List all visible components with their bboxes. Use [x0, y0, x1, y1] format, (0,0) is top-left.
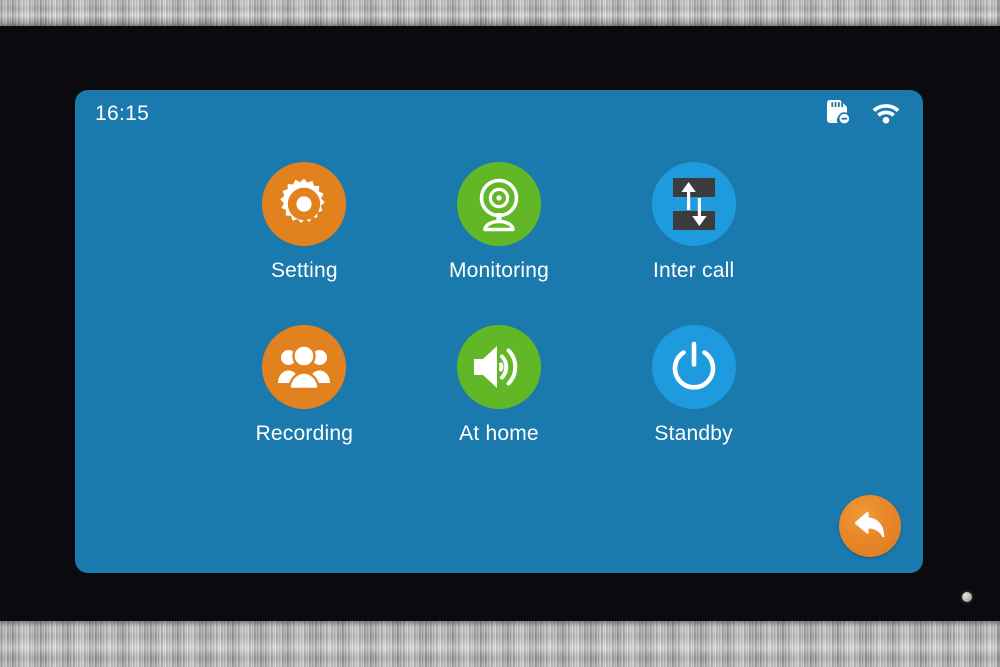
app-grid: Setting Monitoring Inter call Recording …	[75, 153, 923, 446]
lcd-screen: 16:15 Setting Monitoring Inter call Reco…	[75, 90, 923, 573]
setting-icon-circle[interactable]	[253, 153, 356, 255]
status-icon-tray	[826, 99, 901, 130]
app-label-inter-call: Inter call	[652, 259, 735, 282]
inter-call-icon-circle[interactable]	[651, 162, 736, 246]
webcam-icon	[471, 175, 527, 233]
sd-card-removed-icon	[826, 99, 851, 130]
at-home-icon-circle[interactable]	[456, 325, 541, 409]
app-label-monitoring: Monitoring	[448, 259, 550, 282]
app-tile-recording[interactable]: Recording	[229, 325, 379, 446]
clock-label: 16:15	[95, 102, 150, 125]
app-tile-at-home[interactable]: At home	[424, 325, 574, 446]
app-tile-standby[interactable]: Standby	[619, 325, 769, 446]
status-bar: 16:15	[75, 90, 923, 138]
frame-bottom-trim	[0, 621, 1000, 667]
app-label-recording: Recording	[255, 422, 354, 445]
frame-top-trim	[0, 0, 1000, 26]
recording-icon-circle[interactable]	[262, 325, 347, 409]
transfer-icon	[667, 176, 721, 232]
power-icon	[668, 340, 720, 394]
device-frame: 16:15 Setting Monitoring Inter call Reco…	[0, 0, 1000, 667]
app-label-setting: Setting	[270, 259, 338, 282]
speaker-icon	[471, 342, 527, 392]
back-arrow-icon	[852, 508, 888, 545]
app-label-standby: Standby	[654, 422, 733, 445]
back-button[interactable]	[839, 495, 901, 557]
people-icon	[277, 343, 331, 391]
wifi-icon	[871, 100, 901, 129]
power-led-indicator	[962, 592, 972, 602]
app-label-at-home: At home	[459, 422, 539, 445]
app-tile-monitoring[interactable]: Monitoring	[424, 162, 574, 283]
app-tile-setting[interactable]: Setting	[229, 153, 379, 283]
monitoring-icon-circle[interactable]	[456, 162, 541, 246]
standby-icon-circle[interactable]	[651, 325, 736, 409]
app-tile-inter-call[interactable]: Inter call	[619, 162, 769, 283]
gear-icon	[276, 176, 332, 232]
